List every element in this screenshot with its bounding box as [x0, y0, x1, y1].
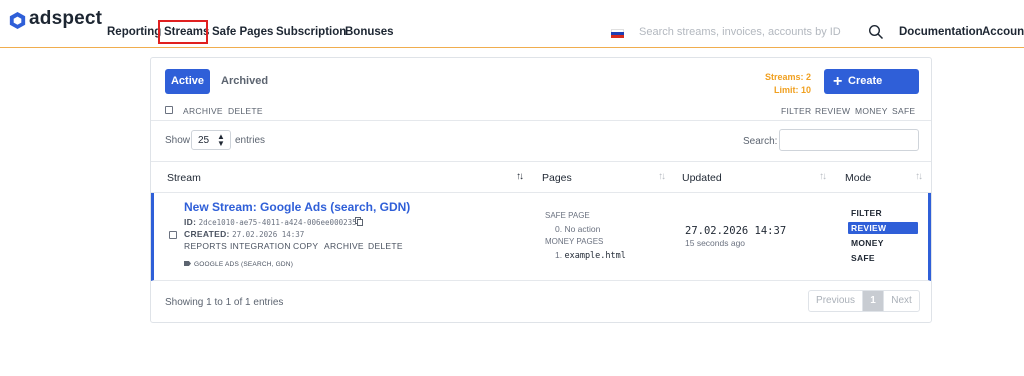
next-button[interactable]: Next: [883, 291, 919, 311]
top-navbar: adspect Reporting Streams Safe Pages Sub…: [0, 0, 1024, 48]
bulk-safe[interactable]: SAFE: [892, 106, 915, 116]
action-copy[interactable]: COPY: [293, 241, 318, 251]
stream-created: CREATED: 27.02.2026 14:37: [184, 229, 305, 239]
stream-tag[interactable]: GOOGLE ADS (SEARCH, GDN): [184, 261, 293, 268]
nav-subscription[interactable]: Subscription: [276, 26, 346, 38]
money-page-item[interactable]: 1. example.html: [555, 250, 626, 261]
select-arrows-icon: ▲ ▼: [217, 132, 225, 148]
bulk-delete[interactable]: DELETE: [228, 106, 263, 116]
select-all-checkbox[interactable]: [165, 106, 173, 114]
mode-safe[interactable]: SAFE: [848, 252, 918, 264]
tag-icon: [184, 261, 191, 266]
bulk-review[interactable]: REVIEW: [815, 106, 850, 116]
column-stream[interactable]: Stream: [167, 172, 201, 184]
plus-icon: +: [833, 73, 843, 90]
streams-count: Streams: 2: [764, 72, 811, 82]
entries-value: 25: [198, 135, 210, 146]
table-search-label: Search:: [743, 136, 778, 147]
column-mode[interactable]: Mode: [845, 172, 871, 184]
mode-filter[interactable]: FILTER: [848, 207, 918, 219]
bulk-filter[interactable]: FILTER: [781, 106, 811, 116]
bulk-money[interactable]: MONEY: [855, 106, 888, 116]
action-delete[interactable]: DELETE: [368, 241, 403, 251]
sort-icon[interactable]: ↑↓: [819, 171, 827, 182]
updated-ago: 15 seconds ago: [685, 238, 746, 248]
action-archive[interactable]: ARCHIVE: [324, 241, 364, 251]
streams-limit-info: Streams: 2 Limit: 10: [765, 71, 811, 97]
brand-logo[interactable]: adspect: [9, 8, 102, 30]
money-pages-label: MONEY PAGES: [545, 237, 604, 246]
nav-reporting[interactable]: Reporting: [107, 26, 161, 38]
nav-account[interactable]: Account: [982, 26, 1024, 38]
create-stream-button[interactable]: + Create Stream: [824, 69, 919, 112]
sort-icon[interactable]: ↑↓: [915, 171, 923, 182]
table-search-input[interactable]: [779, 129, 919, 151]
search-icon[interactable]: [868, 24, 884, 40]
nav-documentation[interactable]: Documentation: [899, 26, 983, 38]
brand-name: adspect: [29, 8, 103, 29]
nav-bonuses[interactable]: Bonuses: [345, 26, 394, 38]
russian-flag-icon[interactable]: [611, 29, 624, 38]
safe-page-label: SAFE PAGE: [545, 211, 590, 220]
table-header: Stream ↑↓ Pages ↑↓ Updated ↑↓ Mode ↑↓: [151, 161, 931, 193]
bulk-archive[interactable]: ARCHIVE: [183, 106, 223, 116]
stream-name-link[interactable]: New Stream: Google Ads (search, GDN): [184, 200, 410, 214]
hexagon-logo-icon: [9, 12, 26, 29]
page-1-button[interactable]: 1: [863, 291, 883, 311]
streams-highlight-box: [158, 20, 208, 44]
copy-icon[interactable]: [355, 217, 363, 226]
action-integration[interactable]: INTEGRATION: [230, 241, 291, 251]
table-row: New Stream: Google Ads (search, GDN) ID:…: [151, 193, 931, 281]
nav-safe-pages[interactable]: Safe Pages: [212, 26, 273, 38]
table-info: Showing 1 to 1 of 1 entries: [165, 297, 284, 308]
updated-date: 27.02.2026 14:37: [685, 225, 787, 237]
pagination: Previous 1 Next: [808, 290, 920, 312]
mode-money[interactable]: MONEY: [848, 237, 918, 249]
column-updated[interactable]: Updated: [682, 172, 722, 184]
column-pages[interactable]: Pages: [542, 172, 572, 184]
streams-limit: Limit: 10: [773, 85, 811, 95]
action-reports[interactable]: REPORTS: [184, 241, 227, 251]
archived-tab[interactable]: Archived: [221, 75, 268, 87]
entries-per-page-select[interactable]: 25 ▲ ▼: [191, 130, 231, 150]
streams-card: Active Archived Streams: 2 Limit: 10 + C…: [150, 57, 932, 323]
active-tab-button[interactable]: Active: [165, 69, 210, 94]
show-label: Show: [165, 135, 191, 146]
stream-id: ID: 2dce1010-ae75-4011-a424-006ee0002358: [184, 217, 362, 227]
sort-asc-icon[interactable]: ↑↓: [516, 171, 524, 182]
mode-review[interactable]: REVIEW: [848, 222, 918, 234]
previous-button[interactable]: Previous: [809, 291, 863, 311]
sort-icon[interactable]: ↑↓: [658, 171, 666, 182]
global-search-input[interactable]: Search streams, invoices, accounts by ID: [639, 26, 841, 38]
entries-label: entries: [235, 135, 266, 146]
safe-page-item[interactable]: 0. No action: [555, 224, 600, 234]
bulk-actions-row: ARCHIVE DELETE FILTER REVIEW MONEY SAFE: [151, 102, 931, 121]
row-checkbox[interactable]: [169, 231, 177, 239]
